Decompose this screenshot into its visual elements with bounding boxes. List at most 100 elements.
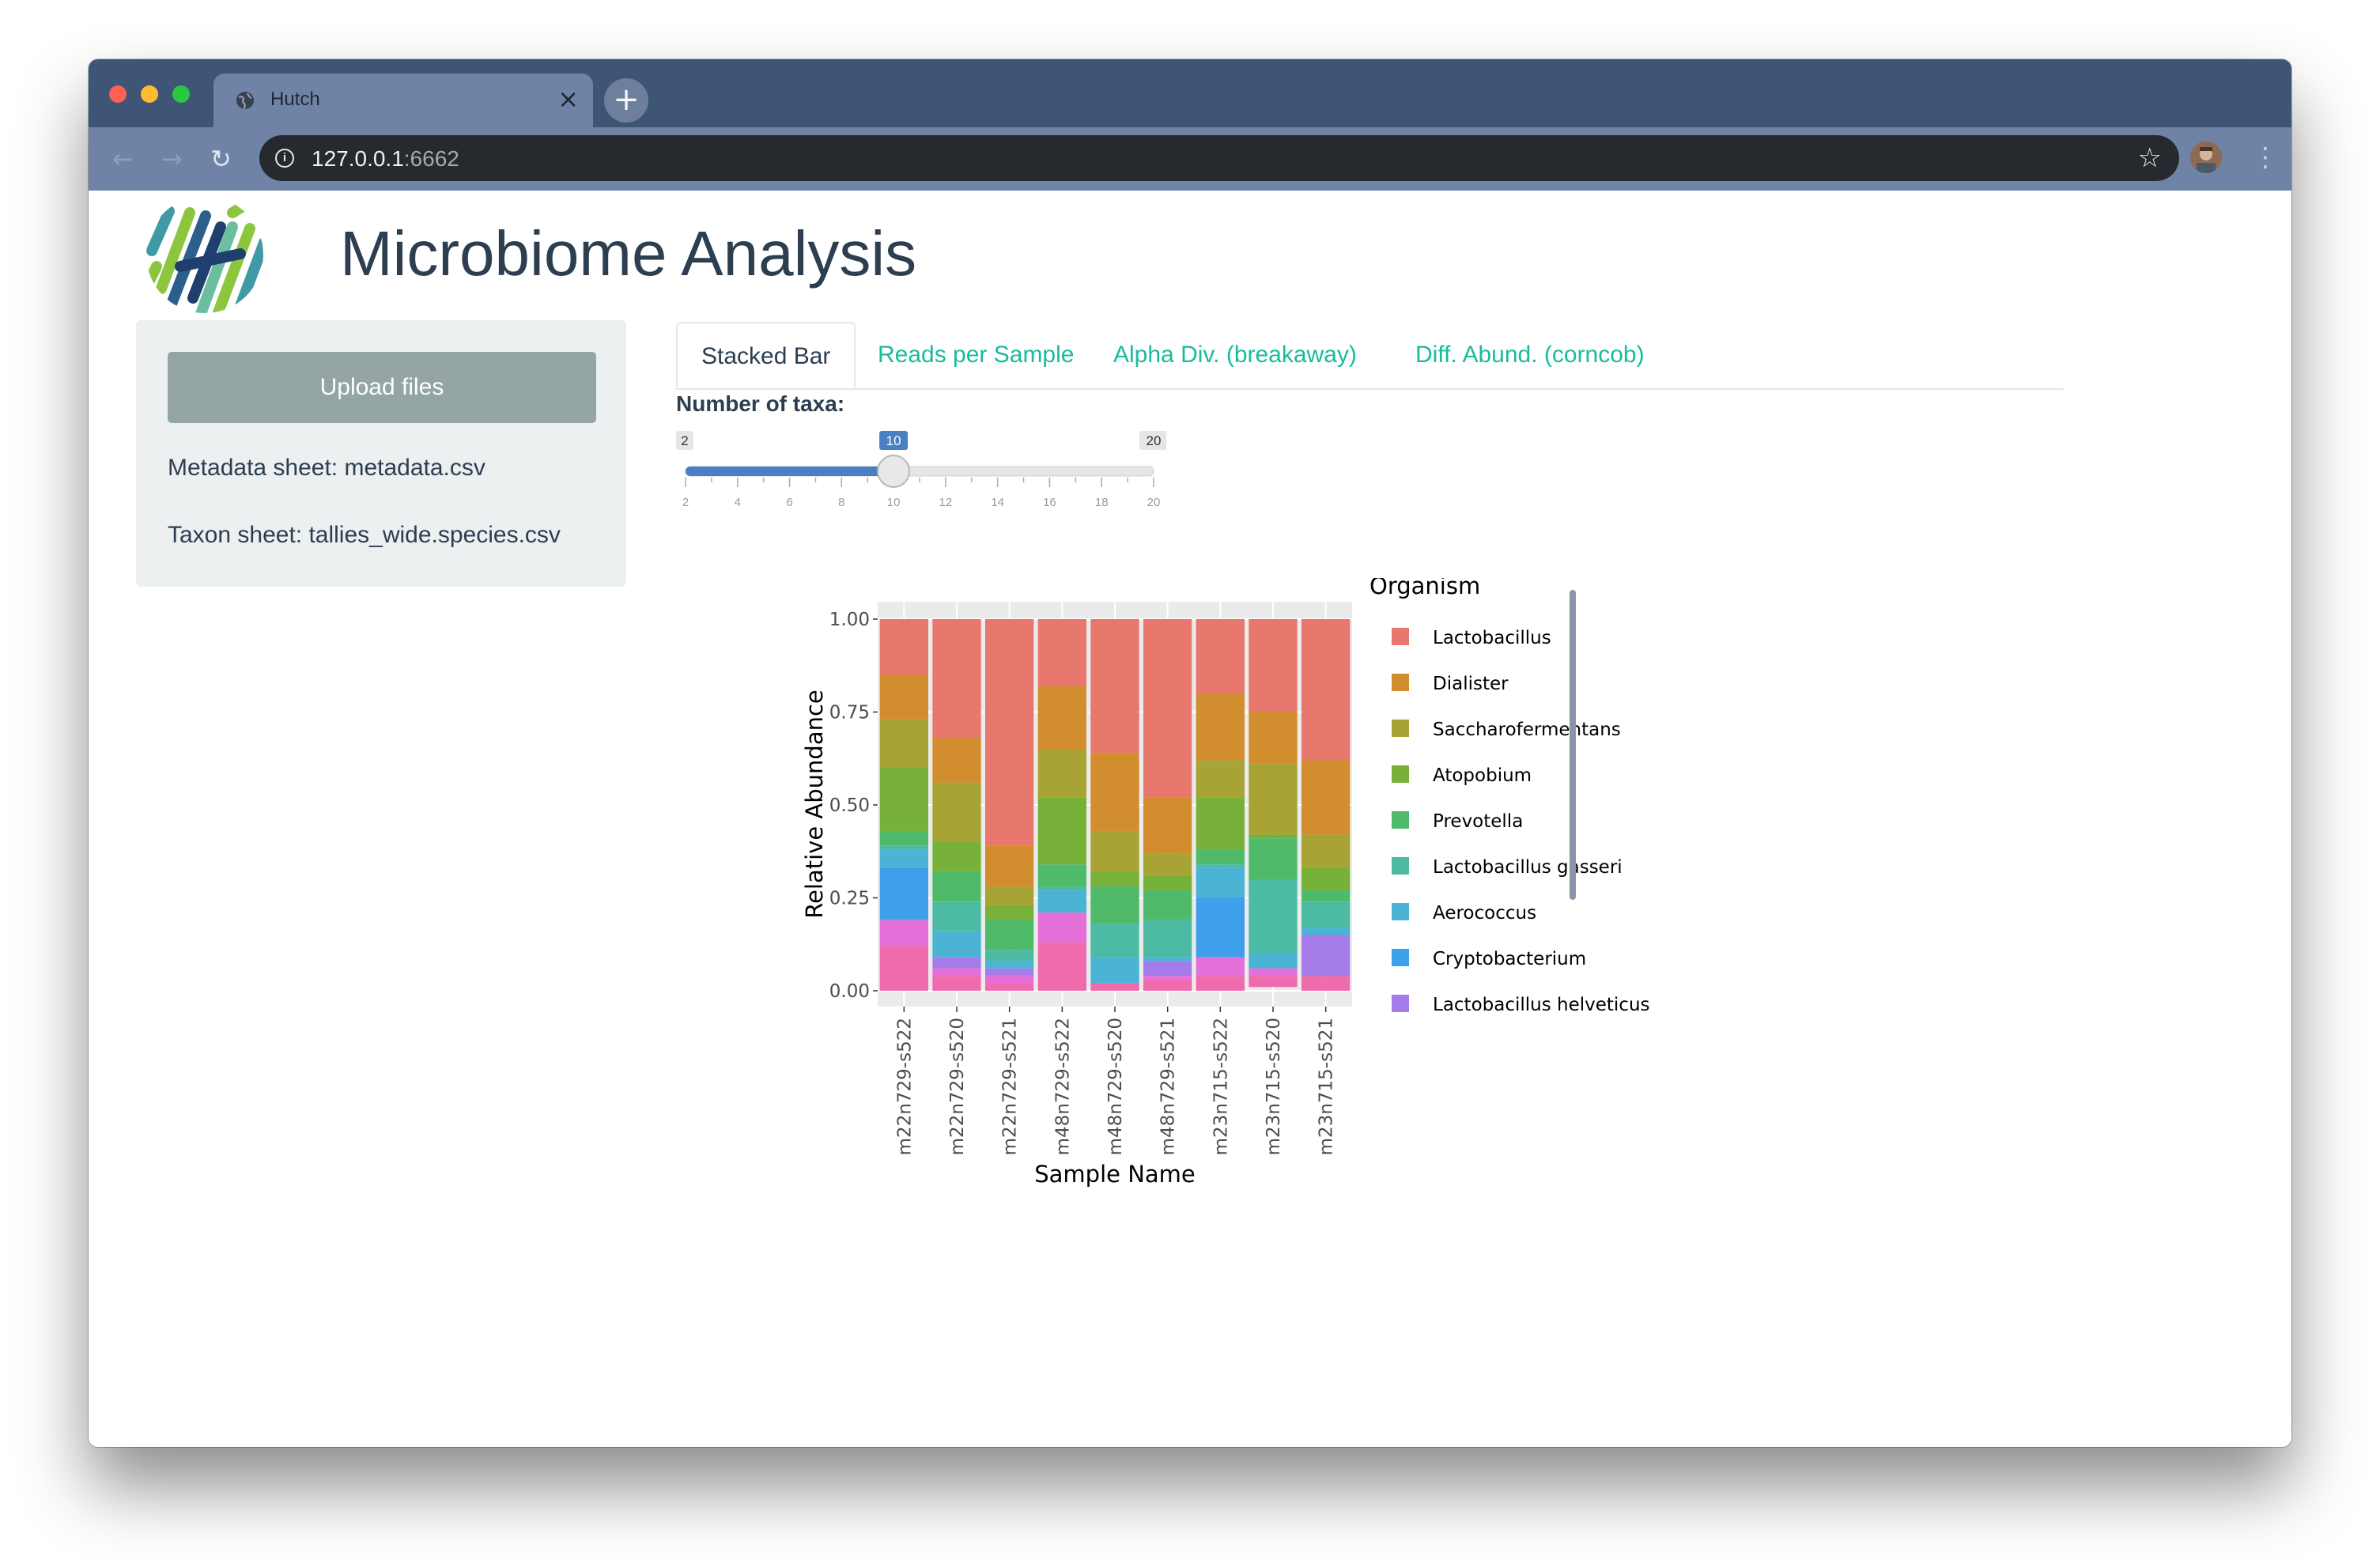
slider-min-label: 2	[676, 431, 693, 450]
bar-segment	[985, 950, 1034, 961]
browser-titlebar: Hutch × +	[89, 59, 2291, 127]
bar-segment	[1249, 968, 1298, 977]
bar-segment	[1037, 890, 1086, 913]
bar-segment	[879, 867, 928, 920]
page-content: Microbiome Analysis Upload files Metadat…	[89, 191, 2291, 1447]
bar-segment	[1249, 976, 1298, 988]
close-tab-icon[interactable]: ×	[557, 83, 579, 115]
legend-items: Lactobacillus Dialister Saccharofermentans…	[1392, 628, 1650, 1015]
bar-segment	[1196, 760, 1245, 798]
url-text: 127.0.0.1:6662	[312, 146, 459, 171]
x-tick-label: m22n729-s522	[894, 1018, 915, 1155]
bar-segment	[1037, 864, 1086, 887]
bar-segment	[879, 619, 928, 675]
hutch-logo	[146, 196, 263, 313]
bar-segment	[985, 968, 1034, 977]
x-axis-title: Sample Name	[1034, 1161, 1196, 1188]
legend-label: Atopobium	[1433, 765, 1532, 786]
bar-segment	[1301, 935, 1351, 977]
bar-segment	[1143, 920, 1192, 958]
legend-label: Lactobacillus gasseri	[1433, 857, 1623, 878]
bar-segment	[932, 619, 981, 739]
bar-segment	[1143, 619, 1192, 798]
browser-toolbar: ← → ↻ i 127.0.0.1:6662 ☆ ⋮	[89, 127, 2291, 191]
tab-reads-per-sample[interactable]: Reads per Sample	[878, 322, 1074, 388]
taxa-slider[interactable]: 2 20 10 2 4 6 8 10 12 14 16 18 20	[676, 428, 1166, 523]
slider-tick-label: 8	[838, 496, 844, 509]
browser-tab[interactable]: Hutch ×	[213, 74, 593, 127]
bar-segment	[985, 619, 1034, 846]
bar-segment	[1090, 886, 1139, 924]
bar-segment	[1143, 961, 1192, 977]
legend-label: Saccharofermentans	[1433, 720, 1621, 740]
legend-swatch	[1392, 720, 1409, 737]
bar-segment	[879, 849, 928, 868]
forward-icon[interactable]: →	[161, 143, 183, 175]
reload-icon[interactable]: ↻	[210, 143, 232, 175]
bar-segment	[1301, 867, 1351, 891]
tab-alpha-div[interactable]: Alpha Div. (breakaway)	[1113, 322, 1357, 388]
x-tick-label: m48n729-s522	[1052, 1018, 1073, 1155]
info-icon[interactable]: i	[275, 149, 294, 168]
bookmark-star-icon[interactable]: ☆	[2138, 143, 2162, 173]
slider-tick-label: 16	[1043, 496, 1056, 509]
tab-title: Hutch	[270, 89, 320, 110]
legend-swatch	[1392, 903, 1409, 920]
back-icon[interactable]: ←	[112, 143, 134, 175]
bar-segment	[1301, 901, 1351, 928]
legend-label: Lactobacillus helveticus	[1433, 995, 1650, 1015]
legend-swatch	[1392, 765, 1409, 783]
bar-segment	[1196, 897, 1245, 958]
bar-segment	[1301, 927, 1351, 935]
bar-segment	[985, 961, 1034, 969]
legend-label: Aerococcus	[1433, 903, 1536, 924]
x-tick-label: m22n729-s520	[947, 1018, 968, 1155]
tab-stacked-bar[interactable]: Stacked Bar	[676, 322, 856, 388]
bar-segment	[1090, 924, 1139, 958]
globe-icon	[236, 92, 254, 109]
slider-tick-label: 14	[991, 496, 1004, 509]
address-bar[interactable]: i 127.0.0.1:6662 ☆	[259, 135, 2179, 181]
bar-segment	[879, 719, 928, 768]
bar-segment	[932, 738, 981, 783]
taxon-sheet-label: Taxon sheet: tallies_wide.species.csv	[168, 522, 561, 548]
y-tick-label: 0.50	[829, 795, 870, 816]
profile-avatar[interactable]	[2190, 142, 2222, 173]
legend-scrollbar[interactable]	[1570, 590, 1576, 900]
stacked-bar-chart: 0.00 0.25 0.50 0.75 1.00 m22n729-s522 m22n729-…	[801, 578, 1650, 1188]
slider-tick-label: 10	[887, 496, 901, 509]
tab-diff-abund[interactable]: Diff. Abund. (corncob)	[1415, 322, 1645, 388]
bar-segment	[1090, 871, 1139, 887]
slider-tick-label: 12	[939, 496, 953, 509]
bar-segment	[932, 782, 981, 842]
bar-segment	[1196, 797, 1245, 850]
y-tick-label: 0.00	[829, 981, 870, 1002]
bar-segment	[1037, 686, 1086, 750]
x-tick-label: m23n715-s521	[1317, 1018, 1337, 1155]
bar-segment	[932, 871, 981, 902]
bar-segment	[1301, 976, 1351, 991]
slider-tick-label: 20	[1147, 496, 1161, 509]
bar-segment	[932, 968, 981, 977]
minimize-window-button[interactable]	[141, 85, 158, 103]
svg-text:10: 10	[886, 433, 901, 448]
new-tab-button[interactable]: +	[604, 78, 648, 123]
slider-label: Number of taxa:	[676, 391, 845, 416]
analysis-tabs: Stacked Bar Reads per Sample Alpha Div. …	[676, 322, 2064, 390]
legend-swatch	[1392, 995, 1409, 1012]
bar-segment	[1249, 879, 1298, 954]
person-icon	[2190, 142, 2222, 173]
slider-tick-label: 2	[682, 496, 689, 509]
bar-segment	[1301, 619, 1351, 761]
slider-handle	[877, 455, 911, 488]
bar-segment	[879, 845, 928, 850]
upload-files-button[interactable]: Upload files	[168, 352, 596, 423]
legend-swatch	[1392, 949, 1409, 966]
bar-segment	[879, 768, 928, 831]
maximize-window-button[interactable]	[172, 85, 190, 103]
bar-segment	[1037, 886, 1086, 891]
y-tick-label: 0.25	[829, 889, 870, 909]
close-window-button[interactable]	[109, 85, 127, 103]
bar-segment	[1037, 912, 1086, 943]
menu-kebab-icon[interactable]: ⋮	[2252, 140, 2279, 175]
